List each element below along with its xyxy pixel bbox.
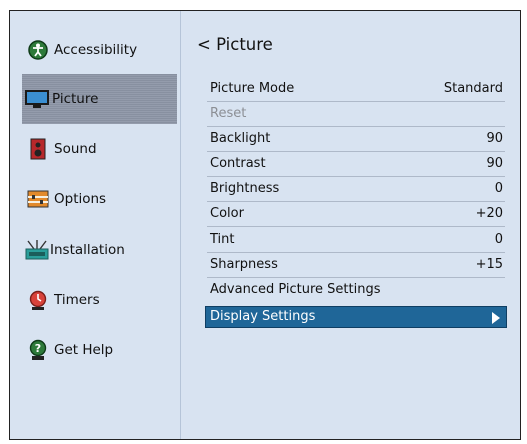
page-title: < Picture — [197, 35, 273, 54]
menu-row-reset[interactable]: Reset — [207, 103, 505, 127]
sidebar-item-accessibility[interactable]: Accessibility — [22, 25, 178, 75]
svg-text:?: ? — [35, 342, 41, 355]
menu-row-display-settings[interactable]: Display Settings — [205, 306, 507, 328]
back-chevron-icon[interactable]: < — [197, 35, 211, 54]
row-label: Sharpness — [210, 257, 278, 272]
settings-window: Accessibility Picture Sound Options Inst — [9, 10, 521, 440]
row-value: 0 — [494, 181, 503, 196]
row-value: 90 — [486, 131, 503, 146]
row-label: Picture Mode — [210, 81, 295, 96]
row-value: 0 — [494, 232, 503, 247]
options-icon — [27, 188, 49, 210]
row-value: +20 — [475, 206, 503, 221]
timer-icon — [27, 289, 49, 311]
sidebar-item-get-help[interactable]: ? Get Help — [22, 325, 178, 375]
row-value: +15 — [475, 257, 503, 272]
row-label: Display Settings — [210, 309, 316, 324]
page-title-text: Picture — [216, 35, 273, 54]
menu-row-contrast[interactable]: Contrast 90 — [207, 153, 505, 177]
row-label: Tint — [210, 232, 235, 247]
menu-row-sharpness[interactable]: Sharpness +15 — [207, 254, 505, 278]
accessibility-icon — [27, 39, 49, 61]
row-label: Advanced Picture Settings — [210, 282, 381, 297]
sidebar-item-label: Timers — [54, 292, 100, 308]
picture-icon — [24, 88, 50, 110]
sidebar-item-options[interactable]: Options — [22, 174, 178, 224]
antenna-icon — [24, 239, 50, 261]
row-label: Color — [210, 206, 244, 221]
speaker-icon — [27, 138, 49, 160]
sidebar-item-installation[interactable]: Installation — [22, 225, 178, 275]
sidebar-item-label: Sound — [54, 141, 97, 157]
menu-row-backlight[interactable]: Backlight 90 — [207, 128, 505, 152]
sidebar-item-label: Picture — [52, 91, 99, 107]
row-label: Backlight — [210, 131, 271, 146]
chevron-right-icon — [492, 312, 500, 324]
menu-row-brightness[interactable]: Brightness 0 — [207, 178, 505, 202]
sidebar-item-label: Get Help — [54, 342, 114, 358]
sidebar: Accessibility Picture Sound Options Inst — [10, 11, 181, 439]
sidebar-item-label: Accessibility — [54, 42, 138, 58]
sidebar-item-label: Installation — [50, 242, 125, 258]
row-label: Brightness — [210, 181, 280, 196]
sidebar-item-picture[interactable]: Picture — [22, 74, 177, 124]
row-value: Standard — [443, 81, 503, 96]
menu-row-picture-mode[interactable]: Picture Mode Standard — [207, 78, 505, 102]
menu-row-advanced-picture-settings[interactable]: Advanced Picture Settings — [207, 279, 505, 303]
picture-panel: < Picture Picture Mode Standard Reset Ba… — [181, 11, 520, 439]
sidebar-item-sound[interactable]: Sound — [22, 124, 178, 174]
row-value: 90 — [486, 156, 503, 171]
row-label: Contrast — [210, 156, 266, 171]
sidebar-item-label: Options — [54, 191, 107, 207]
row-label: Reset — [210, 106, 247, 121]
menu-row-color[interactable]: Color +20 — [207, 203, 505, 227]
sidebar-item-timers[interactable]: Timers — [22, 275, 178, 325]
help-icon: ? — [27, 339, 49, 361]
menu-row-tint[interactable]: Tint 0 — [207, 229, 505, 253]
